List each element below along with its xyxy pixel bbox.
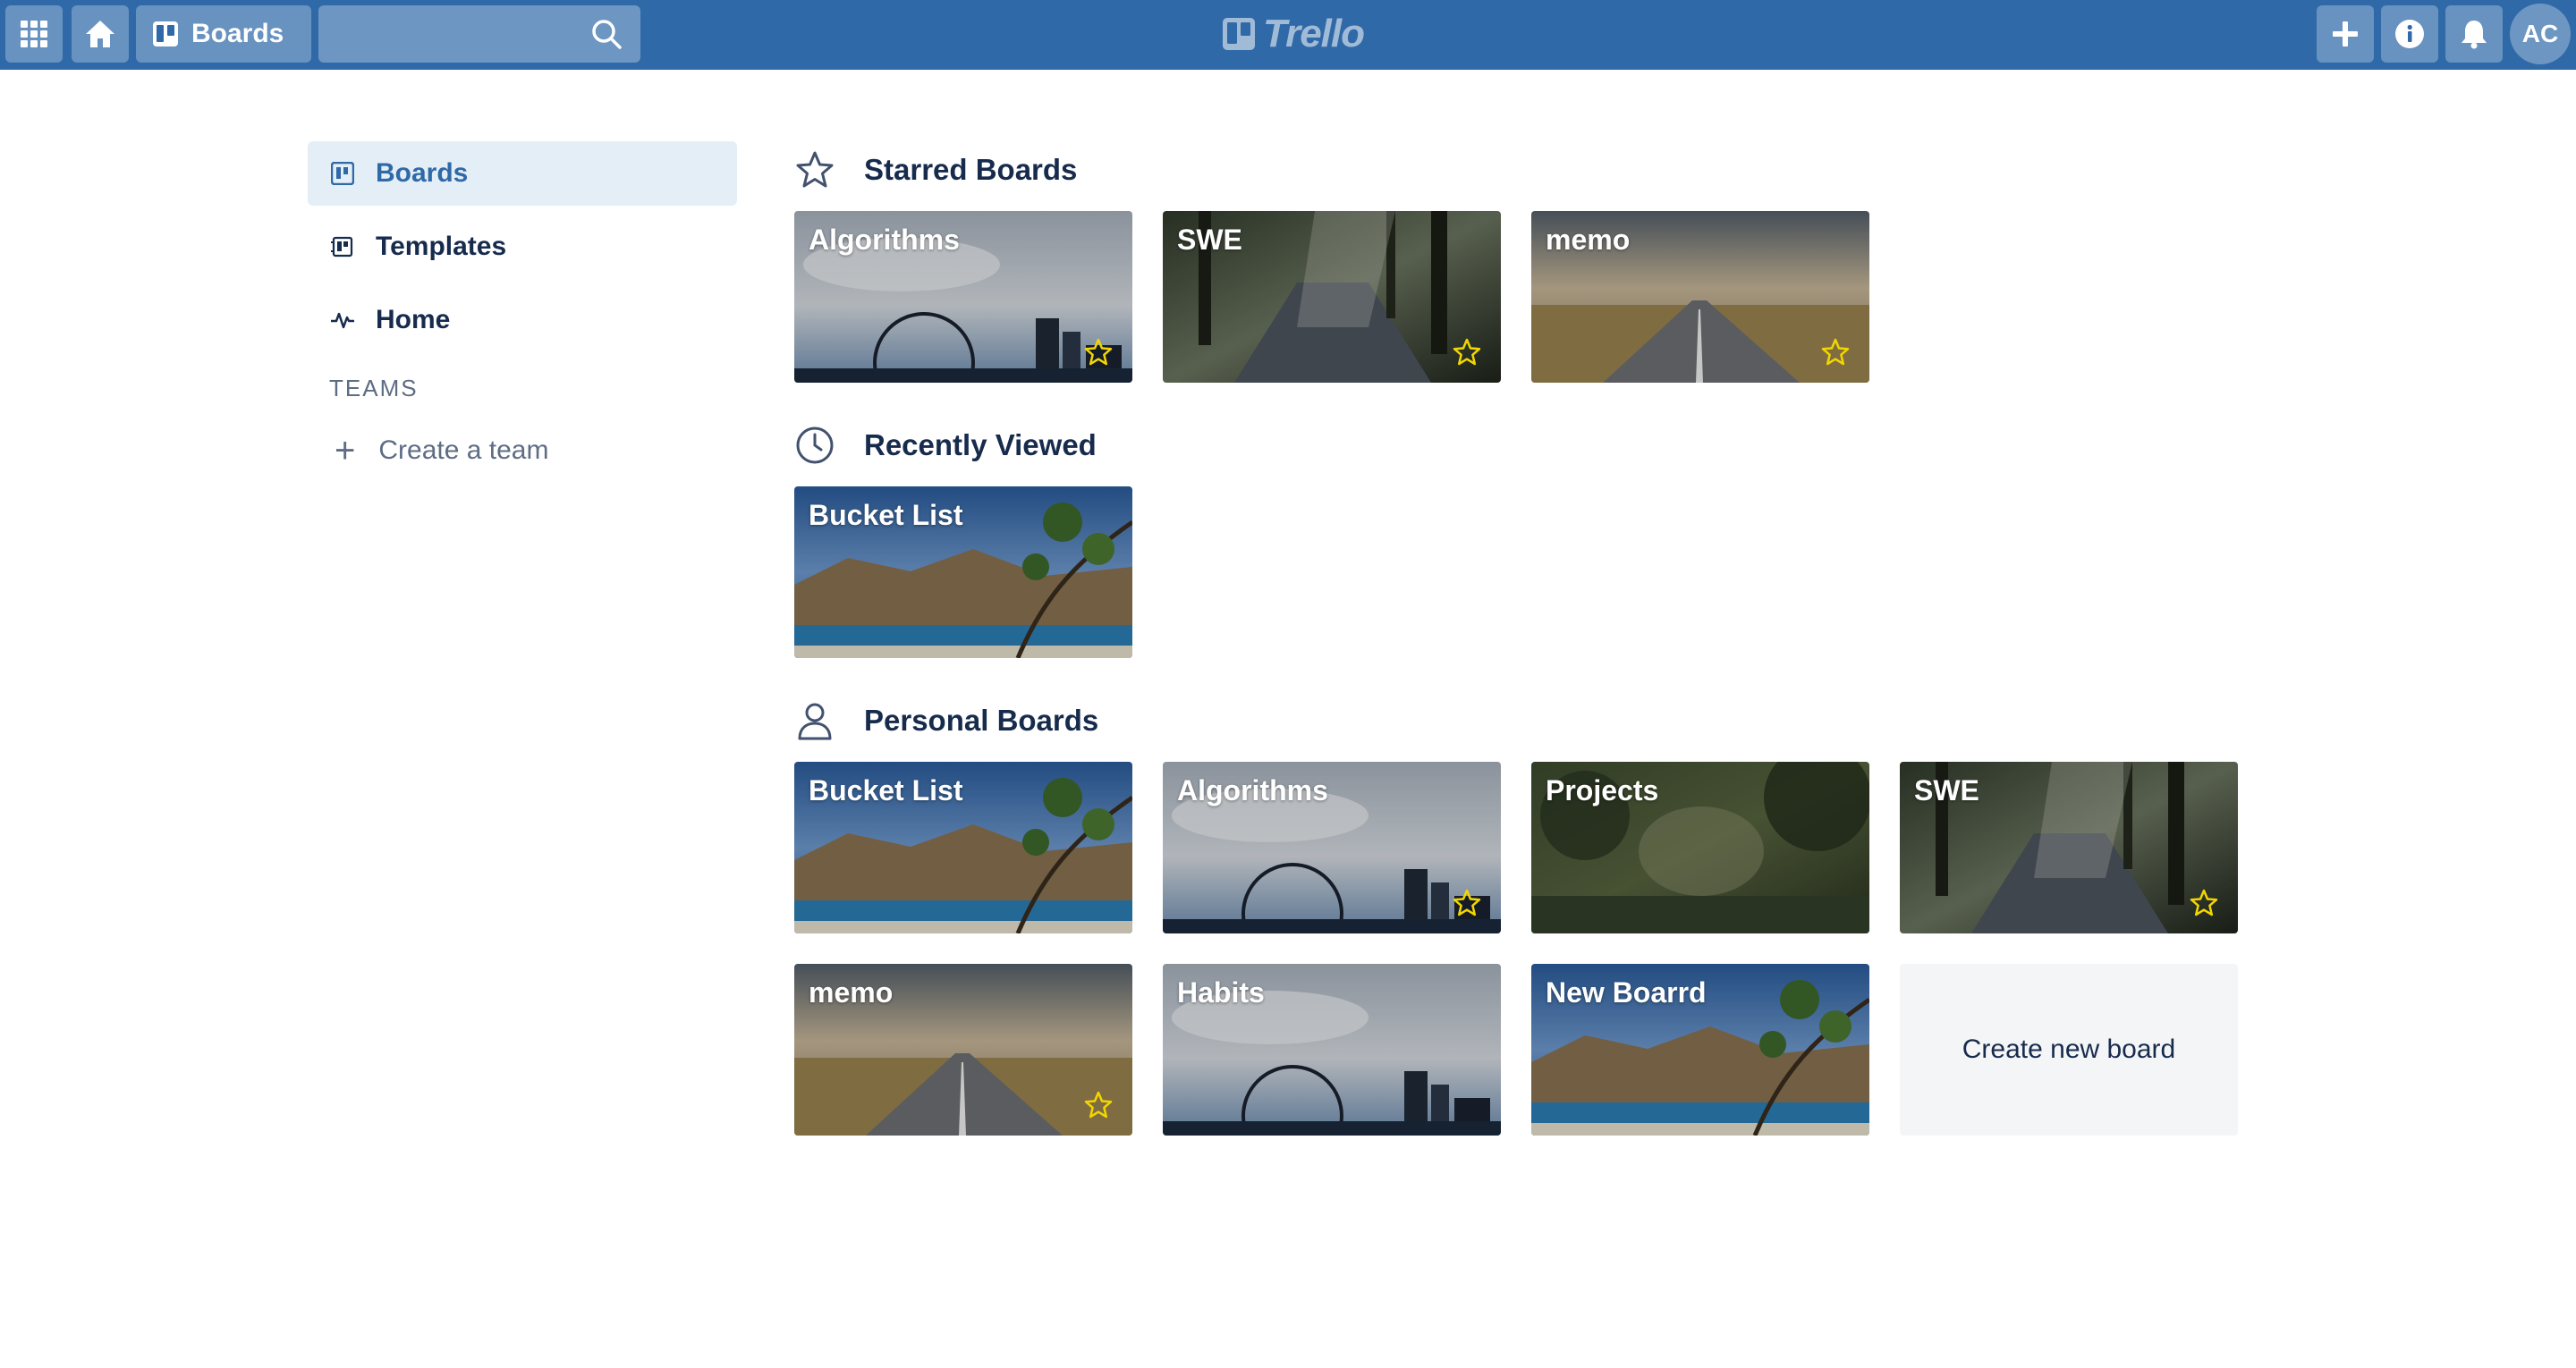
notifications-button[interactable] bbox=[2445, 5, 2503, 63]
left-sidebar: Boards Templates Home TEAMS + Create a t… bbox=[308, 141, 737, 479]
star-icon[interactable] bbox=[1453, 889, 1481, 917]
boards-button-label: Boards bbox=[191, 19, 284, 48]
create-team-button[interactable]: + Create a team bbox=[308, 422, 737, 479]
star-icon[interactable] bbox=[1453, 338, 1481, 367]
sidebar-item-label: Templates bbox=[376, 232, 507, 261]
bell-icon bbox=[2462, 21, 2487, 49]
board-tile-habits[interactable]: Habits bbox=[1163, 964, 1501, 1136]
sidebar-item-label: Home bbox=[376, 305, 451, 334]
house-icon bbox=[86, 21, 114, 47]
search-icon[interactable] bbox=[590, 18, 623, 50]
star-icon[interactable] bbox=[1821, 338, 1850, 367]
teams-heading: TEAMS bbox=[329, 375, 419, 401]
plus-icon: + bbox=[335, 431, 356, 470]
board-tile-bucket-list[interactable]: Bucket List bbox=[794, 486, 1132, 658]
board-tile-bucket-list[interactable]: Bucket List bbox=[794, 762, 1132, 933]
board-tile-algorithms[interactable]: Algorithms bbox=[1163, 762, 1501, 933]
plus-icon bbox=[2333, 21, 2358, 46]
grid-icon bbox=[21, 21, 47, 47]
board-title: Bucket List bbox=[809, 499, 963, 531]
board-title: Algorithms bbox=[809, 224, 960, 256]
template-icon bbox=[329, 233, 356, 260]
starred-boards-row: Algorithms SWE memo bbox=[794, 211, 2351, 383]
board-icon bbox=[153, 21, 178, 46]
board-tile-memo[interactable]: memo bbox=[794, 964, 1132, 1136]
trello-logo[interactable]: Trello bbox=[1222, 7, 1365, 61]
avatar-initials: AC bbox=[2521, 20, 2559, 47]
section-title: Starred Boards bbox=[864, 153, 1078, 186]
personal-boards-header: Personal Boards bbox=[794, 694, 2351, 747]
section-title: Recently Viewed bbox=[864, 428, 1097, 461]
top-nav-bar: Boards Trello AC bbox=[0, 0, 2576, 70]
board-tile-swe[interactable]: SWE bbox=[1163, 211, 1501, 383]
boards-page-content: Starred Boards Algorithms SWE memo Recen… bbox=[794, 143, 2351, 1171]
board-title: SWE bbox=[1914, 774, 1979, 806]
starred-boards-header: Starred Boards bbox=[794, 143, 2351, 197]
boards-menu-button[interactable]: Boards bbox=[136, 5, 311, 63]
member-avatar[interactable]: AC bbox=[2510, 4, 2571, 64]
person-icon bbox=[794, 700, 835, 741]
trello-logo-icon bbox=[1223, 18, 1255, 50]
board-title: Projects bbox=[1546, 774, 1659, 806]
board-title: memo bbox=[809, 976, 894, 1009]
create-button[interactable] bbox=[2317, 5, 2374, 63]
apps-grid-button[interactable] bbox=[5, 5, 63, 63]
board-title: memo bbox=[1546, 224, 1631, 256]
board-title: Habits bbox=[1177, 976, 1265, 1009]
board-tile-swe[interactable]: SWE bbox=[1900, 762, 2238, 933]
sidebar-item-label: Boards bbox=[376, 158, 469, 188]
activity-icon bbox=[329, 307, 356, 334]
board-tile-memo[interactable]: memo bbox=[1531, 211, 1869, 383]
board-title: SWE bbox=[1177, 224, 1242, 256]
star-icon[interactable] bbox=[1084, 338, 1113, 367]
board-tile-algorithms[interactable]: Algorithms bbox=[794, 211, 1132, 383]
sidebar-item-home[interactable]: Home bbox=[308, 288, 737, 352]
board-title: Algorithms bbox=[1177, 774, 1328, 806]
info-button[interactable] bbox=[2381, 5, 2438, 63]
info-icon bbox=[2395, 20, 2424, 48]
create-new-board-tile[interactable]: Create new board bbox=[1900, 964, 2238, 1136]
sidebar-item-templates[interactable]: Templates bbox=[308, 215, 737, 279]
board-tile-new-boarrd[interactable]: New Boarrd bbox=[1531, 964, 1869, 1136]
personal-boards-row-1: Bucket List Algorithms Projects SWE bbox=[794, 762, 2351, 933]
clock-icon bbox=[794, 425, 835, 466]
personal-boards-row-2: memo Habits New Boarrd Create new board bbox=[794, 964, 2351, 1136]
star-icon[interactable] bbox=[2190, 889, 2218, 917]
section-title: Personal Boards bbox=[864, 704, 1099, 737]
board-tile-projects[interactable]: Projects bbox=[1531, 762, 1869, 933]
logo-text: Trello bbox=[1263, 12, 1365, 55]
create-team-label: Create a team bbox=[378, 435, 549, 465]
create-new-board-label: Create new board bbox=[1962, 1034, 2176, 1064]
board-title: Bucket List bbox=[809, 774, 963, 806]
recent-boards-row: Bucket List bbox=[794, 486, 2351, 658]
recently-viewed-header: Recently Viewed bbox=[794, 418, 2351, 472]
home-button[interactable] bbox=[72, 5, 129, 63]
board-icon bbox=[329, 160, 356, 187]
board-title: New Boarrd bbox=[1546, 976, 1707, 1009]
star-icon[interactable] bbox=[1084, 1091, 1113, 1119]
star-outline-icon bbox=[794, 149, 835, 190]
sidebar-item-boards[interactable]: Boards bbox=[308, 141, 737, 206]
